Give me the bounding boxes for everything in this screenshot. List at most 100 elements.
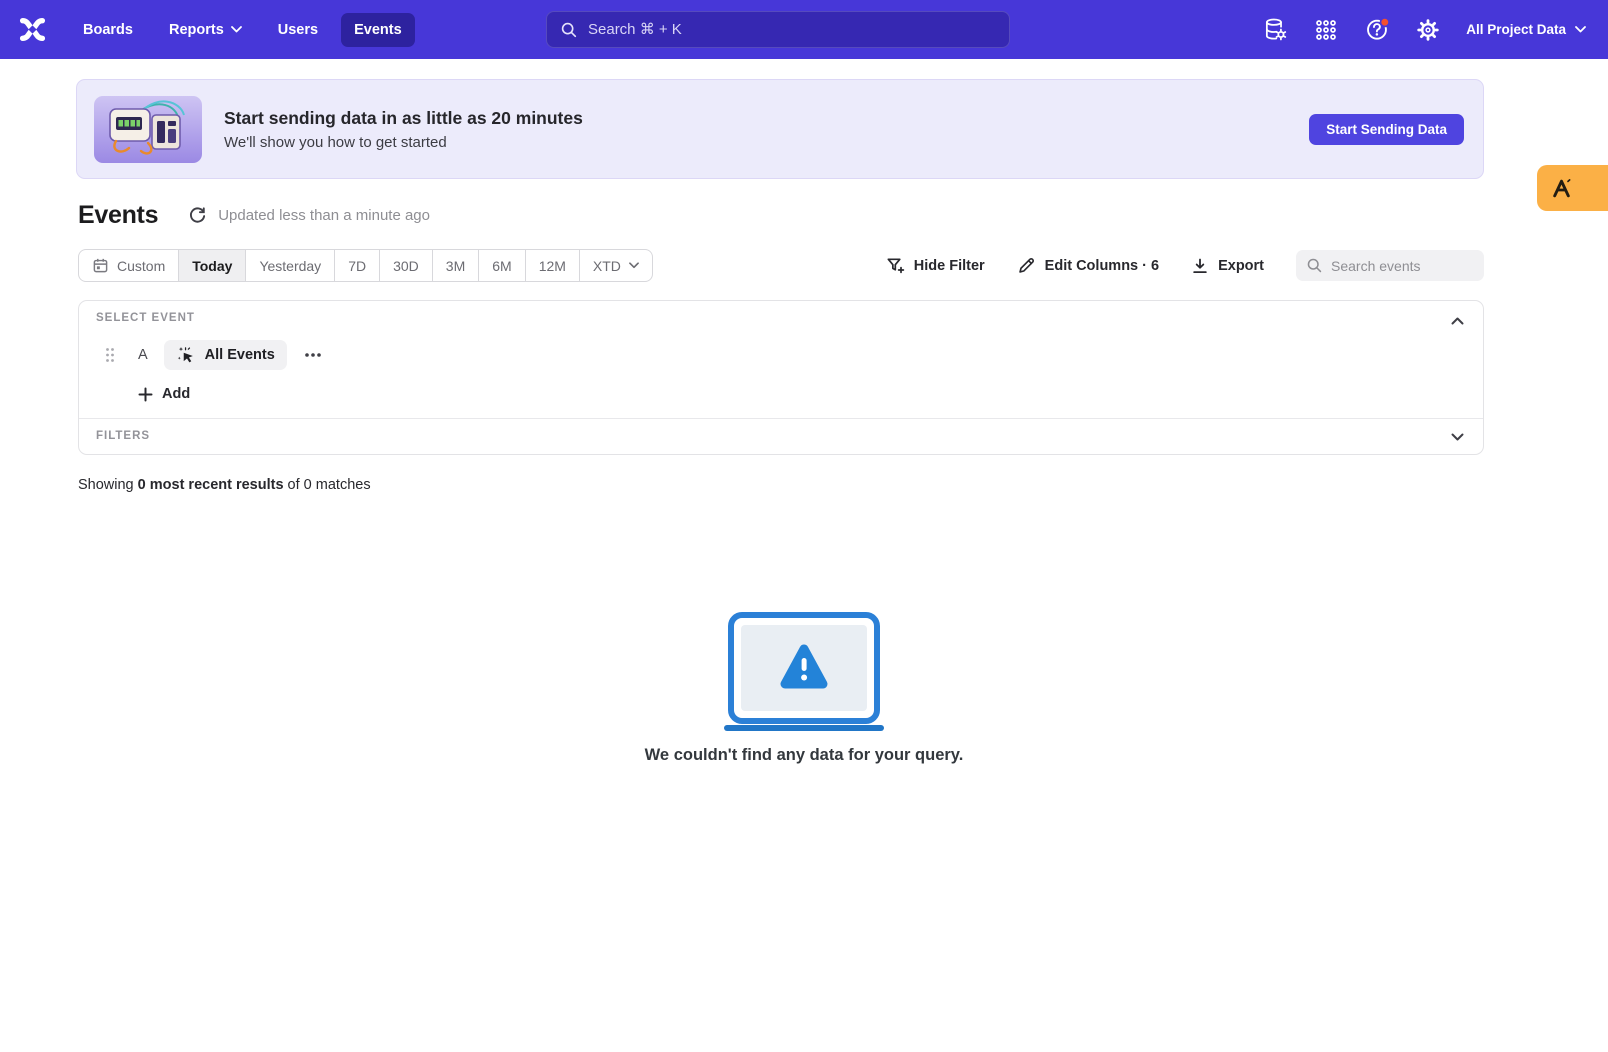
extension-side-tab[interactable] [1537,165,1608,211]
data-management-button[interactable] [1262,17,1288,43]
extension-a-logo-icon [1550,177,1573,200]
no-data-laptop-illustration [716,612,892,734]
export-button[interactable]: Export [1191,257,1264,275]
drag-dots-icon [105,347,115,363]
export-label: Export [1218,258,1264,274]
nav-item-events[interactable]: Events [341,13,415,47]
date-range-label: 6M [492,258,511,274]
event-chip-label: All Events [205,347,275,363]
date-range-custom[interactable]: Custom [79,250,179,281]
add-label: Add [162,386,190,402]
date-range-label: 12M [539,258,566,274]
pencil-icon [1017,256,1036,275]
query-builder-panel: SELECT EVENT A [78,300,1484,455]
help-icon [1365,17,1390,42]
hide-filter-label: Hide Filter [914,258,985,274]
search-icon [1306,257,1323,274]
select-event-label: SELECT EVENT [96,312,195,324]
results-summary-count: 0 most recent results [138,477,284,493]
date-range-yesterday[interactable]: Yesterday [246,250,335,281]
chevron-down-icon [231,26,242,33]
filters-label: FILTERS [96,430,150,442]
add-event-button[interactable]: Add [138,382,190,406]
start-sending-data-button[interactable]: Start Sending Data [1309,114,1464,145]
results-toolbar: Hide Filter Edit Columns · 6 Export [886,249,1484,282]
date-range-label: Today [192,258,232,274]
mixpanel-logo-icon [19,16,46,43]
date-range-12m[interactable]: 12M [526,250,580,281]
expand-filters-button[interactable] [1447,427,1467,447]
download-icon [1191,257,1209,275]
database-gear-icon [1263,17,1288,42]
nav-item-label: Boards [83,22,133,38]
nav-item-users[interactable]: Users [265,13,331,47]
search-icon [560,21,578,39]
search-events-input[interactable] [1331,258,1474,274]
mixpanel-logo[interactable] [12,10,52,50]
event-row: A All Events [105,340,324,370]
search-events-field[interactable] [1296,250,1484,281]
banner-title: Start sending data in as little as 20 mi… [224,108,583,129]
nav-links: Boards Reports Users Events [70,13,415,47]
banner-subtitle: We'll show you how to get started [224,134,583,151]
chevron-down-icon [629,262,639,269]
event-selector-chip[interactable]: All Events [164,340,287,370]
nav-item-label: Events [354,22,402,38]
banner-text: Start sending data in as little as 20 mi… [224,108,583,151]
empty-state: We couldn't find any data for your query… [0,612,1608,765]
results-summary-suffix: of 0 matches [284,477,371,493]
apps-grid-icon [1314,18,1338,42]
project-selector[interactable]: All Project Data [1466,22,1586,37]
events-page: Boards Reports Users Events [0,0,1608,1052]
date-range-6m[interactable]: 6M [479,250,525,281]
refresh-button[interactable] [186,205,208,227]
date-range-30d[interactable]: 30D [380,250,433,281]
event-cursor-sparkle-icon [176,345,196,365]
results-summary: Showing 0 most recent results of 0 match… [78,477,371,493]
empty-state-message: We couldn't find any data for your query… [645,746,964,765]
updated-timestamp: Updated less than a minute ago [218,207,430,224]
edit-columns-label: Edit Columns · 6 [1045,258,1159,274]
drag-handle[interactable] [105,347,119,363]
collapse-select-event-button[interactable] [1447,311,1467,331]
date-range-7d[interactable]: 7D [335,250,380,281]
nav-item-label: Reports [169,22,224,38]
global-search[interactable] [546,11,1010,48]
nav-right-cluster: All Project Data [1262,17,1586,43]
settings-button[interactable] [1415,17,1441,43]
chevron-up-icon [1451,317,1464,325]
panel-divider [79,418,1483,419]
apps-grid-button[interactable] [1313,17,1339,43]
nav-item-boards[interactable]: Boards [70,13,146,47]
more-options-button[interactable] [302,344,324,366]
calendar-icon [92,257,109,274]
date-range-3m[interactable]: 3M [433,250,479,281]
date-range-control: Custom Today Yesterday 7D 30D 3M 6M 12M … [78,249,653,282]
date-range-label: 3M [446,258,465,274]
date-range-label: 7D [348,258,366,274]
project-selector-label: All Project Data [1466,22,1566,37]
gear-icon [1416,18,1440,42]
page-header: Events Updated less than a minute ago [78,201,430,230]
global-search-input[interactable] [588,21,996,38]
hide-filter-button[interactable]: Hide Filter [886,256,985,275]
date-range-label: Custom [117,258,165,274]
date-range-xtd[interactable]: XTD [580,250,652,281]
chevron-down-icon [1451,433,1464,441]
notification-dot [1380,18,1389,27]
devices-illustration [94,96,202,163]
nav-item-label: Users [278,22,318,38]
plus-icon [138,387,153,402]
edit-columns-button[interactable]: Edit Columns · 6 [1017,256,1159,275]
date-range-label: 30D [393,258,419,274]
chevron-down-icon [1575,26,1586,33]
ellipsis-icon [305,353,321,357]
results-summary-prefix: Showing [78,477,138,493]
top-nav: Boards Reports Users Events [0,0,1608,59]
nav-item-reports[interactable]: Reports [156,13,255,47]
page-title: Events [78,201,158,230]
help-button[interactable] [1364,17,1390,43]
refresh-icon [188,206,207,225]
date-range-label: Yesterday [259,258,321,274]
date-range-today[interactable]: Today [179,250,246,281]
